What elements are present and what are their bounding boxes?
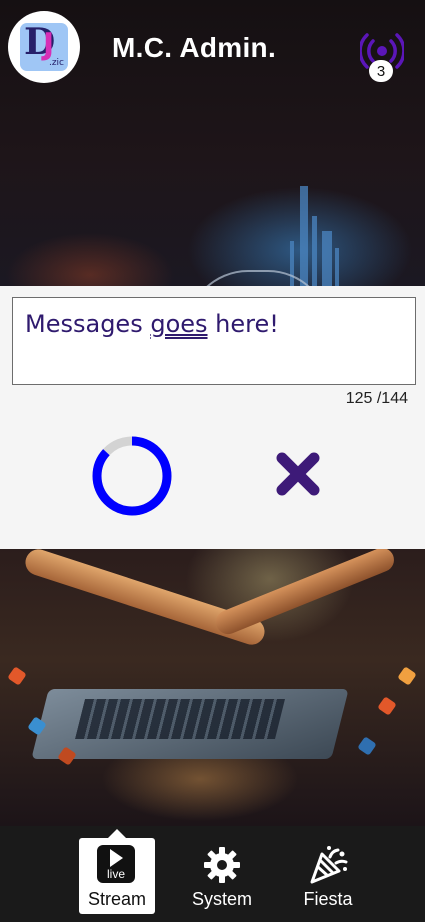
nav-tab-label: Stream [87, 889, 147, 909]
cancel-button[interactable] [272, 448, 324, 500]
dj-illustration [0, 549, 425, 826]
live-label: live [106, 867, 125, 881]
message-text-suffix: here! [207, 310, 279, 338]
gear-icon [202, 845, 242, 885]
progress-ring [92, 436, 172, 516]
logo-letter-j: J [43, 27, 55, 62]
message-text-flagged-word: goes [150, 310, 208, 338]
logo-suffix: .zic [48, 58, 64, 68]
nav-tab-stream[interactable]: live Stream [79, 829, 155, 914]
dj-logo: D J .zic [20, 23, 68, 71]
listener-count-badge: 3 [369, 60, 393, 82]
nav-tab-fiesta[interactable]: Fiesta [290, 838, 366, 914]
live-stream-icon: live [97, 845, 137, 885]
message-textarea[interactable]: Messages goes here! [12, 297, 416, 385]
nav-tab-label: System [191, 889, 252, 909]
message-text-prefix: Messages [25, 310, 151, 338]
char-count: 125 [345, 390, 373, 407]
message-composer-panel: Messages goes here! 125 /144 [0, 286, 425, 549]
close-icon [276, 452, 320, 496]
nav-tab-system[interactable]: System [184, 838, 260, 914]
char-limit: /144 [376, 390, 408, 407]
bottom-navigation: live Stream System Fiesta [0, 826, 425, 922]
app-title: M.C. Admin. [112, 32, 277, 63]
party-popper-icon [308, 845, 348, 885]
app-logo-avatar[interactable]: D J .zic [8, 11, 80, 83]
character-counter: 125 /144 [346, 390, 408, 408]
nav-tab-label: Fiesta [303, 889, 353, 909]
